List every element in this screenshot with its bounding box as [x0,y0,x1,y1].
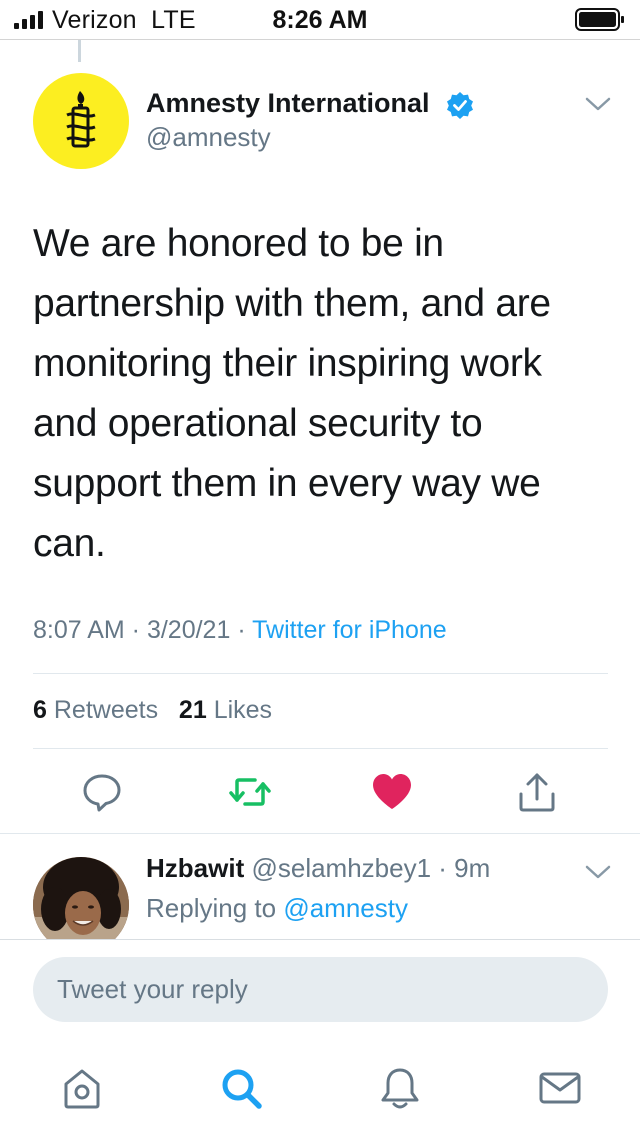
verified-badge-icon [447,92,473,119]
battery-icon [575,8,624,31]
author-handle[interactable]: @amnesty [146,122,271,153]
tweet-date: 3/20/21 [146,616,231,644]
heart-icon[interactable] [370,770,414,814]
search-icon[interactable] [219,1066,263,1110]
retweet-icon[interactable] [228,770,272,814]
reply-author-handle[interactable]: @selamhzbey1 [251,853,431,883]
author-avatar[interactable] [33,73,129,169]
likes-stat[interactable]: 21 Likes [179,696,272,724]
replying-to-mention[interactable]: @amnesty [283,893,408,923]
reply-header: Hzbawit @selamhzbey1 · 9m [146,853,491,883]
divider [33,673,608,674]
retweet-label: Retweets [53,696,159,724]
tweet-metadata: 8:07 AM · 3/20/21 · Twitter for iPhone [33,616,447,644]
thread-connector-line [78,40,81,62]
status-bar: Verizon LTE 8:26 AM [0,0,640,40]
reply-author-name[interactable]: Hzbawit [146,853,244,883]
retweet-count: 6 [33,696,47,724]
status-time: 8:26 AM [272,6,368,34]
reply-age: 9m [454,853,491,883]
tweet-source-link[interactable]: Twitter for iPhone [252,616,447,644]
like-count: 21 [178,696,207,724]
bell-icon[interactable] [378,1066,422,1110]
like-label: Likes [213,696,273,724]
tweet-stats: 6 Retweets 21 Likes [33,696,272,725]
tweet-time: 8:07 AM [33,616,125,644]
chevron-down-icon[interactable] [584,94,612,114]
retweets-stat[interactable]: 6 Retweets [33,696,158,724]
replying-to-label: Replying to [146,893,277,923]
divider [33,748,608,749]
reply-placeholder: Tweet your reply [57,974,248,1004]
mail-icon[interactable] [538,1066,582,1110]
reply-icon[interactable] [80,770,124,814]
tweet-text: We are honored to be in partnership with… [33,222,551,565]
amnesty-candle-logo-icon [66,91,96,148]
divider [0,833,640,834]
chevron-down-icon[interactable] [584,862,612,882]
author-name[interactable]: Amnesty International [146,88,430,119]
share-icon[interactable] [515,770,559,814]
reply-composer-input[interactable]: Tweet your reply [33,957,608,1022]
replying-to-line: Replying to @amnesty [146,893,408,924]
home-icon[interactable] [60,1066,104,1110]
